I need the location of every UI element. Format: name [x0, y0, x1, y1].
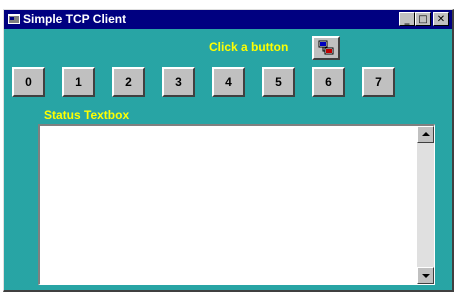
status-label: Status Textbox: [44, 108, 130, 122]
number-button-4[interactable]: 4: [212, 67, 245, 97]
number-button-2[interactable]: 2: [112, 67, 145, 97]
number-button-3[interactable]: 3: [162, 67, 195, 97]
scroll-down-button[interactable]: [417, 267, 434, 284]
down-arrow-icon: [422, 274, 430, 278]
number-button-1[interactable]: 1: [62, 67, 95, 97]
status-textbox[interactable]: [38, 124, 435, 285]
connect-button[interactable]: [312, 36, 340, 60]
up-arrow-icon: [422, 132, 430, 136]
status-scrollbar[interactable]: [417, 126, 434, 284]
number-button-6[interactable]: 6: [312, 67, 345, 97]
number-button-7[interactable]: 7: [362, 67, 395, 97]
scrollbar-track[interactable]: [417, 126, 434, 284]
app-window: Simple TCP Client _ □ ✕ Click a button 0…: [3, 9, 454, 292]
window-title: Simple TCP Client: [23, 12, 127, 26]
click-prompt-label: Click a button: [209, 40, 289, 54]
close-button[interactable]: ✕: [433, 12, 449, 26]
maximize-button[interactable]: □: [415, 12, 431, 26]
number-button-0[interactable]: 0: [12, 67, 45, 97]
minimize-button[interactable]: _: [399, 12, 415, 26]
network-computers-icon: [318, 40, 334, 55]
app-icon: [8, 14, 20, 24]
number-button-5[interactable]: 5: [262, 67, 295, 97]
title-bar[interactable]: Simple TCP Client _ □ ✕: [4, 10, 452, 29]
scroll-up-button[interactable]: [417, 126, 434, 143]
